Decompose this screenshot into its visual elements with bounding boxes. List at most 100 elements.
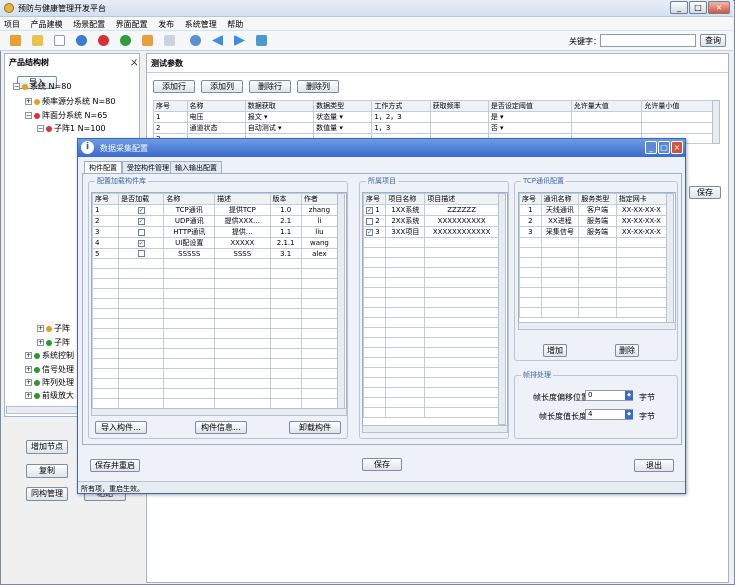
project-table-vscroll[interactable] <box>498 193 506 425</box>
globe-icon[interactable] <box>76 35 87 46</box>
length-spin-icon[interactable]: ◆ <box>625 410 633 419</box>
tree-expander-icon[interactable]: + <box>25 392 32 399</box>
tree-expander-icon[interactable]: + <box>25 366 32 373</box>
tcp-table-hscroll[interactable] <box>518 322 676 330</box>
table-row[interactable]: 1 电压 报文 ▾ 状态量 ▾ 1，2，3 是 ▾ <box>153 111 713 123</box>
menu-ui-config[interactable]: 界面配置 <box>112 17 152 30</box>
project-checkbox[interactable]: ✓ <box>366 228 373 236</box>
table-cell[interactable]: 是 ▾ <box>487 111 572 123</box>
table-row[interactable]: 2 XX进程 服务端 XX-XX-XX-X <box>519 215 668 227</box>
list-icon[interactable] <box>164 35 175 46</box>
table-row[interactable]: ✓ 1 1XX系统 ZZZZZZ <box>363 204 499 216</box>
table-row[interactable]: 1 ✓ TCP通讯 提供TCP 1.0 zhang <box>92 204 339 216</box>
panel-close-icon[interactable]: ㄨ <box>130 57 138 68</box>
tree-item[interactable]: + 子阵 <box>37 323 70 334</box>
load-checkbox[interactable] <box>137 250 145 257</box>
lock-icon[interactable] <box>142 35 153 46</box>
tree-expander-icon[interactable]: − <box>37 125 44 132</box>
table-cell[interactable]: 报文 ▾ <box>244 111 315 123</box>
menu-system[interactable]: 系统管理 <box>181 17 221 30</box>
table-row[interactable]: 1 天线通讯 客户端 XX-XX-XX-X <box>519 204 668 216</box>
table-row[interactable]: ✓ 3 3XX项目 XXXXXXXXXXXX <box>363 226 499 238</box>
load-checkbox[interactable]: ✓ <box>137 217 145 225</box>
load-checkbox[interactable]: ✓ <box>137 206 145 214</box>
close-button[interactable]: × <box>708 1 730 14</box>
back-arrow-icon[interactable] <box>212 35 223 46</box>
tcp-table-vscroll[interactable] <box>666 193 674 329</box>
tree-item[interactable]: + 阵列处理 <box>25 377 74 388</box>
project-table-hscroll[interactable] <box>362 425 508 433</box>
component-table-hscroll[interactable] <box>91 408 347 416</box>
tree-item[interactable]: + 子阵 <box>37 337 70 348</box>
tcp-delete-button[interactable]: 删除 <box>615 344 639 357</box>
menu-help[interactable]: 帮助 <box>223 17 247 30</box>
minimize-button[interactable]: _ <box>670 1 688 14</box>
table-row[interactable]: 2 2XX系统 XXXXXXXXXX <box>363 215 499 227</box>
run-icon[interactable] <box>120 35 131 46</box>
uninstall-component-button[interactable]: 卸载构件 <box>289 421 341 434</box>
project-checkbox[interactable] <box>366 217 373 225</box>
maximize-button[interactable]: □ <box>689 1 707 14</box>
tree-expander-icon[interactable]: + <box>25 379 32 386</box>
sync-manage-button[interactable]: 同构管理 <box>26 487 68 501</box>
params-scrollbar[interactable] <box>712 100 720 144</box>
menu-product-model[interactable]: 产品建模 <box>27 17 67 30</box>
add-column-button[interactable]: 添加列 <box>201 80 243 93</box>
keyword-input[interactable] <box>600 34 696 47</box>
load-checkbox[interactable] <box>137 228 145 236</box>
table-cell[interactable]: 数值量 ▾ <box>313 122 373 134</box>
refresh-icon[interactable] <box>190 35 201 46</box>
dialog-minimize-button[interactable]: _ <box>645 141 657 154</box>
table-row[interactable]: 3 采集信号 服务端 XX-XX-XX-X <box>519 226 668 238</box>
tree-expander-icon[interactable]: + <box>25 352 32 359</box>
new-file-icon[interactable] <box>54 35 65 46</box>
table-row[interactable]: 2 通道状态 自动测试 ▾ 数值量 ▾ 1，3 否 ▾ <box>153 122 713 134</box>
home-icon[interactable] <box>10 35 21 46</box>
tree-expander-icon[interactable]: − <box>13 83 20 90</box>
tree-item[interactable]: − 系统 N=80 <box>13 81 71 92</box>
table-row[interactable]: 2 ✓ UDP通讯 提供XXX… 2.1 li <box>92 215 339 227</box>
open-folder-icon[interactable] <box>32 35 43 46</box>
tree-expander-icon[interactable]: − <box>25 112 32 119</box>
tree-item[interactable]: + 信号处理 <box>25 364 74 375</box>
menu-project[interactable]: 项目 <box>0 17 24 30</box>
component-table-vscroll[interactable] <box>337 193 345 409</box>
save-restart-button[interactable]: 保存并重启 <box>90 459 140 472</box>
menu-scene[interactable]: 场景配置 <box>69 17 109 30</box>
table-cell[interactable]: 自动测试 ▾ <box>244 122 315 134</box>
tab-controlled-component[interactable]: 受控构件管理 <box>122 161 174 173</box>
tab-component-config[interactable]: 构件配置 <box>84 161 122 173</box>
component-info-button[interactable]: 构件信息… <box>195 421 247 434</box>
tab-io-config[interactable]: 输入输出配置 <box>170 161 222 173</box>
dialog-save-button[interactable]: 保存 <box>362 458 402 471</box>
tree-item[interactable]: + 系统控制 <box>25 350 74 361</box>
menu-publish[interactable]: 发布 <box>154 17 178 30</box>
tree-expander-icon[interactable]: + <box>25 98 32 105</box>
load-checkbox[interactable]: ✓ <box>137 239 145 247</box>
tree-item[interactable]: − 阵面分系统 N=65 <box>25 110 107 121</box>
delete-column-button[interactable]: 删除列 <box>297 80 339 93</box>
tree-expander-icon[interactable]: + <box>37 325 44 332</box>
table-cell[interactable]: 否 ▾ <box>487 122 572 134</box>
stop-icon[interactable] <box>98 35 109 46</box>
tree-item[interactable]: + 频率源分系统 N=80 <box>25 96 115 107</box>
delete-row-button[interactable]: 删除行 <box>249 80 291 93</box>
project-checkbox[interactable]: ✓ <box>366 206 373 214</box>
dialog-maximize-button[interactable]: □ <box>658 141 670 154</box>
table-row[interactable]: 5 SSSSS SSSS 3.1 alex <box>92 248 339 259</box>
tree-item[interactable]: − 子阵1 N=100 <box>37 123 106 134</box>
tree-expander-icon[interactable]: + <box>37 339 44 346</box>
search-button[interactable]: 查询 <box>700 34 726 47</box>
params-save-button[interactable]: 保存 <box>689 186 721 199</box>
copy-button[interactable]: 复制 <box>26 464 68 478</box>
tree-item[interactable]: + 前级放大 <box>25 390 74 401</box>
import-component-button[interactable]: 导入构件… <box>95 421 147 434</box>
fullscreen-icon[interactable] <box>256 35 267 46</box>
forward-arrow-icon[interactable] <box>234 35 245 46</box>
dialog-close-button[interactable]: × <box>671 141 683 154</box>
table-row[interactable]: 4 ✓ UI配设置 XXXXX 2.1.1 wang <box>92 237 339 249</box>
offset-spin-icon[interactable]: ◆ <box>625 391 633 400</box>
table-row[interactable]: 3 HTTP通讯 提供… 1.1 liu <box>92 226 339 238</box>
tcp-add-button[interactable]: 增加 <box>543 344 567 357</box>
exit-button[interactable]: 退出 <box>634 459 674 472</box>
